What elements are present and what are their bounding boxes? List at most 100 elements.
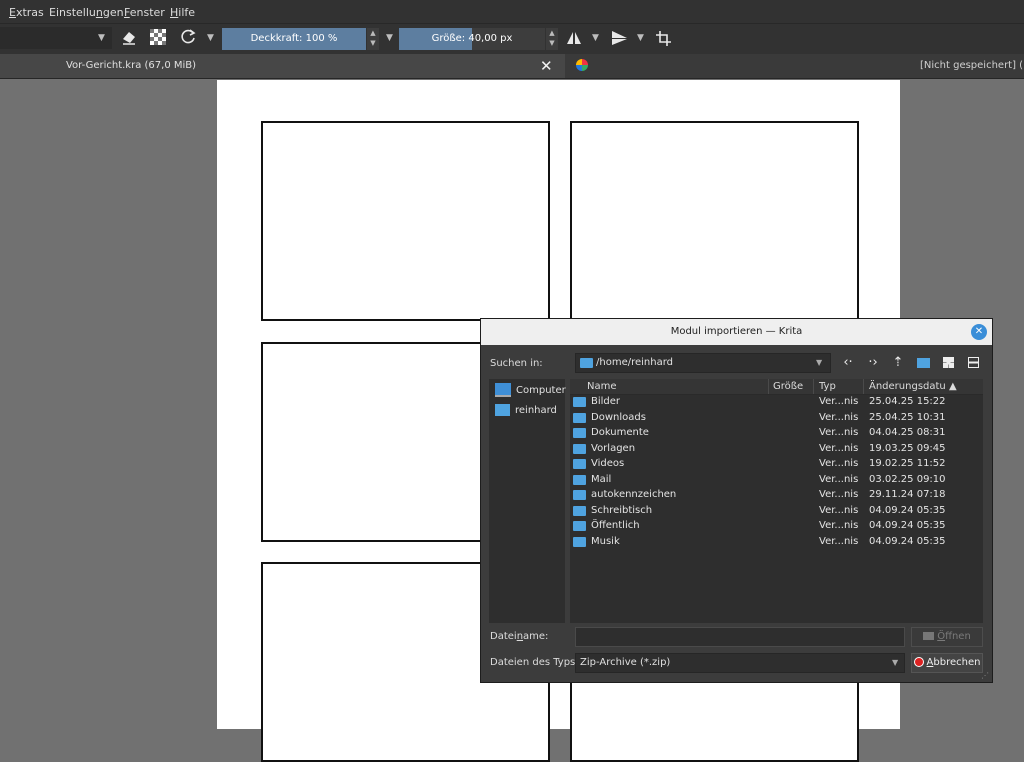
home-folder-icon <box>495 404 510 416</box>
folder-icon <box>573 536 586 547</box>
file-type: Ver...nis <box>819 427 859 438</box>
file-row[interactable]: Musik Ver...nis 04.09.24 05:35 <box>570 535 983 550</box>
file-row[interactable]: Öffentlich Ver...nis 04.09.24 05:35 <box>570 519 983 534</box>
tab-title: Vor-Gericht.kra (67,0 MiB) <box>65 60 197 71</box>
column-size[interactable]: Größe <box>773 381 803 392</box>
cancel-button[interactable]: Abbrechen <box>911 653 983 673</box>
file-name: Dokumente <box>591 427 649 438</box>
menu-fenster[interactable]: Fenster <box>124 6 165 19</box>
chevron-down-icon: ▼ <box>892 658 899 667</box>
folder-icon <box>573 412 586 423</box>
file-row[interactable]: Videos Ver...nis 19.02.25 11:52 <box>570 457 983 472</box>
menu-einstellungen[interactable]: Einstellungen <box>49 6 124 19</box>
file-name: Videos <box>591 458 625 469</box>
file-type: Ver...nis <box>819 473 859 485</box>
file-date: 29.11.24 07:18 <box>869 489 946 500</box>
column-type[interactable]: Typ <box>819 381 836 392</box>
file-date: 03.02.25 09:10 <box>869 473 946 485</box>
detail-view-icon[interactable] <box>963 353 983 373</box>
file-type: Ver...nis <box>819 442 859 454</box>
column-date[interactable]: Änderungsdatu ▲ <box>869 381 957 392</box>
file-date: 04.09.24 05:35 <box>869 535 946 547</box>
places-panel: Computer reinhard <box>489 379 566 623</box>
column-divider <box>768 379 769 394</box>
close-icon[interactable]: ✕ <box>971 324 987 340</box>
icon-view-icon[interactable] <box>938 353 958 373</box>
file-name: Schreibtisch <box>591 504 653 516</box>
up-icon[interactable]: ⇡ <box>888 353 908 373</box>
opacity-slider[interactable]: Deckkraft: 100 % <box>222 28 366 50</box>
folder-icon <box>573 428 586 438</box>
folder-icon <box>573 521 586 531</box>
file-type: Ver...nis <box>819 411 859 423</box>
dialog-titlebar[interactable]: Modul importieren — Krita ✕ <box>481 319 992 345</box>
brush-preset-select[interactable] <box>0 27 112 49</box>
comic-panel <box>261 121 550 321</box>
file-row[interactable]: Downloads Ver...nis 25.04.25 10:31 <box>570 411 983 426</box>
chevron-down-icon[interactable]: ▼ <box>207 33 214 43</box>
path-combo[interactable]: /home/reinhard ▼ <box>575 353 831 373</box>
file-row[interactable]: Mail Ver...nis 03.02.25 09:10 <box>570 473 983 488</box>
eraser-icon[interactable] <box>120 28 138 46</box>
chevron-down-icon: ▼ <box>816 358 823 367</box>
file-row[interactable]: Dokumente Ver...nis 04.04.25 08:31 <box>570 426 983 441</box>
sort-ascending-icon: ▲ <box>948 381 957 392</box>
file-row[interactable]: Vorlagen Ver...nis 19.03.25 09:45 <box>570 442 983 457</box>
document-tab-bar: Vor-Gericht.kra (67,0 MiB) ✕ [Nicht gesp… <box>0 54 1024 79</box>
dialog-title: Modul importieren — Krita <box>670 326 803 337</box>
chevron-down-icon[interactable]: ▼ <box>98 33 105 43</box>
file-date: 19.02.25 11:52 <box>869 458 946 469</box>
tab-document[interactable]: Vor-Gericht.kra (67,0 MiB) ✕ <box>0 54 565 78</box>
file-date: 04.09.24 05:35 <box>869 504 946 516</box>
computer-icon <box>495 383 511 397</box>
back-icon[interactable]: ‹· <box>838 353 858 373</box>
file-name: Öffentlich <box>591 520 640 531</box>
filetype-combo[interactable]: Zip-Archive (*.zip) ▼ <box>575 653 905 673</box>
file-name: Downloads <box>591 411 646 423</box>
size-stepper[interactable]: ▲ ▼ <box>546 28 558 50</box>
close-icon[interactable]: ✕ <box>540 57 553 75</box>
folder-icon <box>573 443 586 454</box>
place-reinhard[interactable]: reinhard <box>495 404 557 416</box>
filetype-value: Zip-Archive (*.zip) <box>580 657 671 668</box>
chevron-down-icon[interactable]: ▼ <box>637 33 644 43</box>
mirror-vertical-icon[interactable] <box>610 29 628 47</box>
file-type: Ver...nis <box>819 504 859 516</box>
file-row[interactable]: autokennzeichen Ver...nis 29.11.24 07:18 <box>570 488 983 503</box>
file-name: Vorlagen <box>591 442 636 454</box>
file-name: autokennzeichen <box>591 489 677 500</box>
open-button[interactable]: Öffnen <box>911 627 983 647</box>
file-list[interactable]: Name Größe Typ Änderungsdatu ▲ Bilder Ver… <box>570 379 983 623</box>
file-type: Ver...nis <box>819 458 859 469</box>
place-computer[interactable]: Computer <box>495 383 566 397</box>
preserve-alpha-icon[interactable] <box>150 29 166 45</box>
opacity-stepper[interactable]: ▲ ▼ <box>367 28 379 50</box>
path-value: /home/reinhard <box>596 357 673 368</box>
reload-preset-icon[interactable] <box>178 27 198 47</box>
column-divider <box>863 379 864 394</box>
brush-size-slider[interactable]: Größe: 40,00 px <box>399 28 545 50</box>
new-folder-icon[interactable] <box>913 353 933 373</box>
chevron-down-icon[interactable]: ▼ <box>592 33 599 43</box>
filename-input[interactable] <box>575 627 905 647</box>
file-row[interactable]: Schreibtisch Ver...nis 04.09.24 05:35 <box>570 504 983 519</box>
column-divider <box>813 379 814 394</box>
file-type: Ver...nis <box>819 520 859 531</box>
tool-options-bar: ▼ ▼ Deckkraft: 100 % ▲ ▼ ▼ Größe: 40,00 p… <box>0 23 1024 54</box>
resize-grip-icon[interactable]: ⋰ <box>981 671 991 681</box>
chevron-down-icon[interactable]: ▼ <box>386 33 393 43</box>
folder-icon <box>573 490 586 500</box>
menu-bar: Extras Einstellungen Fenster Hilfe <box>0 0 1024 23</box>
import-dialog: Modul importieren — Krita ✕ Suchen in: /… <box>480 318 993 683</box>
file-row[interactable]: Bilder Ver...nis 25.04.25 15:22 <box>570 395 983 410</box>
forward-icon[interactable]: ·› <box>863 353 883 373</box>
crop-icon[interactable] <box>654 29 672 47</box>
place-label: reinhard <box>515 405 557 416</box>
file-date: 04.09.24 05:35 <box>869 520 946 531</box>
column-name[interactable]: Name <box>587 381 617 392</box>
mirror-horizontal-icon[interactable] <box>565 29 583 47</box>
folder-open-icon <box>923 632 935 640</box>
menu-extras[interactable]: Extras <box>9 6 44 19</box>
menu-hilfe[interactable]: Hilfe <box>170 6 195 19</box>
look-in-label: Suchen in: <box>490 358 543 369</box>
